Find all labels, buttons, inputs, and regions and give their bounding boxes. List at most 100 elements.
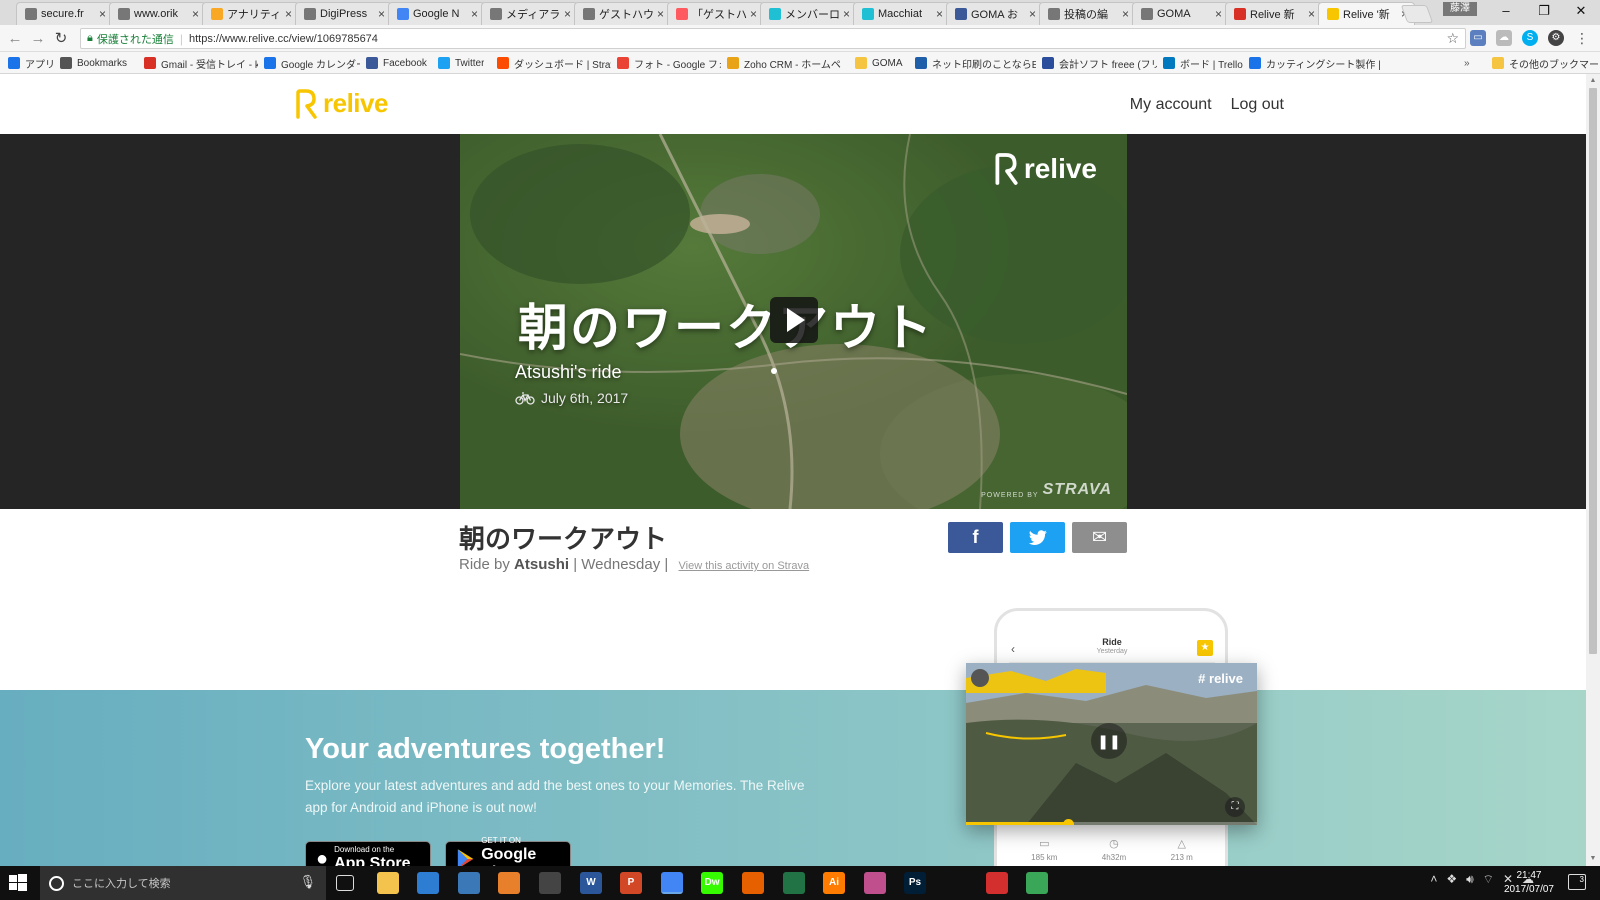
phone-video-preview[interactable]: # relive ❚❚ ⛶ [966,663,1257,825]
bookmark-item[interactable]: フォト - Google フォト [617,55,721,71]
other-bookmarks[interactable]: その他のブックマーク [1492,55,1600,71]
wifi-icon[interactable]: ⌔ [1483,872,1494,887]
powerpoint-icon[interactable]: P [620,872,642,894]
athlete-name[interactable]: Atsushi [514,556,569,573]
browser-tab[interactable]: secure.fr × [16,2,113,25]
network-app-icon[interactable] [1026,872,1048,894]
tab-close-icon[interactable]: × [1029,7,1036,21]
browser-tab[interactable]: ゲストハウ × [574,2,671,25]
browser-tab[interactable]: 「ゲストハ × [667,2,764,25]
bookmark-item[interactable]: Bookmarks [60,55,127,71]
dropbox-icon[interactable]: ❖ [1446,872,1457,887]
bookmark-item[interactable]: ダッシュボード | Strava [497,55,611,71]
scroll-up-icon[interactable]: ▲ [1589,77,1597,85]
share-email-button[interactable]: ✉ [1072,522,1127,553]
play-button[interactable] [770,297,818,343]
browser-tab[interactable]: GOMA × [1132,2,1229,25]
activity-video-player[interactable]: relive 朝のワークアウト Atsushi's ride July 6th,… [460,134,1127,509]
scroll-down-icon[interactable]: ▼ [1589,855,1597,863]
video-progress-knob[interactable] [1062,819,1074,825]
bookmark-item[interactable]: Gmail - 受信トレイ - k [144,55,258,71]
bookmark-item[interactable]: 会計ソフト freee (フリー [1042,55,1157,71]
tab-close-icon[interactable]: × [99,7,106,21]
bookmark-star-icon[interactable]: ☆ [1446,30,1459,47]
photoshop-icon[interactable]: Ps [904,872,926,894]
page-scrollbar[interactable]: ▲ ▼ [1586,74,1600,866]
firefox-icon[interactable] [742,872,764,894]
media-player-icon[interactable] [498,872,520,894]
bookmark-item[interactable]: GOMA [855,55,903,71]
windows-start-icon[interactable] [8,873,28,893]
word-icon[interactable]: W [580,872,602,894]
tab-close-icon[interactable]: × [1215,7,1222,21]
browser-tab[interactable]: アナリティ × [202,2,299,25]
back-icon[interactable]: ← [5,29,25,49]
share-twitter-button[interactable] [1010,522,1065,553]
cloud-extension-icon[interactable]: ☁ [1496,30,1512,46]
app-store-button[interactable]: ● Download on the App Store [305,841,431,866]
tab-close-icon[interactable]: × [1122,7,1129,21]
tab-close-icon[interactable]: × [936,7,943,21]
tab-close-icon[interactable]: × [378,7,385,21]
browser-tab[interactable]: www.orik × [109,2,206,25]
microphone-icon[interactable]: 🎙︎ [299,874,316,890]
more-bookmarks-button[interactable]: » [1464,55,1470,71]
tab-close-icon[interactable]: × [471,7,478,21]
movie-maker-icon[interactable] [945,872,967,894]
close-window-button[interactable]: ✕ [1562,0,1600,22]
store-icon[interactable] [417,872,439,894]
relive-logo[interactable]: relive [293,88,388,119]
browser-tab[interactable]: DigiPress × [295,2,392,25]
menu-kebab-icon[interactable]: ⋮ [1574,30,1590,46]
forward-icon[interactable]: → [28,29,48,49]
bookmark-item[interactable]: Facebook [366,55,427,71]
skype-icon[interactable]: S [1522,30,1538,46]
thunderbird-icon[interactable] [458,872,480,894]
system-clock[interactable]: 21:47 2017/07/07 [1504,869,1554,897]
my-account-link[interactable]: My account [1130,96,1212,114]
url-text[interactable]: https://www.relive.cc/view/1069785674 [189,33,378,45]
tab-close-icon[interactable]: × [657,7,664,21]
log-out-link[interactable]: Log out [1231,96,1284,114]
bookmark-item[interactable]: カッティングシート製作 | [1249,55,1381,71]
dreamweaver-icon[interactable]: Dw [701,872,723,894]
tray-chevron-icon[interactable]: ˄ [1430,872,1437,887]
volume-icon[interactable]: 🔊︎ [1466,872,1474,887]
google-play-button[interactable]: GET IT ONGoogle Play [445,836,571,866]
illustrator-icon[interactable]: Ai [823,872,845,894]
taskbar-search[interactable]: ここに入力して検索 🎙︎ [40,866,326,900]
restore-button[interactable]: ❐ [1525,0,1563,22]
pause-button[interactable]: ❚❚ [1091,723,1127,759]
browser-tab[interactable]: Relive 新 × [1225,2,1322,25]
extension-badge-icon[interactable]: ⚙ [1548,30,1564,46]
tab-close-icon[interactable]: × [564,7,571,21]
bookmark-item[interactable]: ネット印刷のことならE [915,55,1036,71]
bookmark-item[interactable]: アプリ [8,55,54,71]
tab-close-icon[interactable]: × [285,7,292,21]
app-red-icon[interactable] [986,872,1008,894]
excel-icon[interactable] [783,872,805,894]
notification-center-icon[interactable]: 3 [1568,874,1586,890]
file-explorer-icon[interactable] [377,872,399,894]
url-bar[interactable]: 🔒︎ 保護された通信 | https://www.relive.cc/view/… [80,28,1466,49]
bookmark-item[interactable]: ボード | Trello [1163,55,1243,71]
cast-icon[interactable]: ▭ [1470,30,1486,46]
tab-close-icon[interactable]: × [192,7,199,21]
tab-close-icon[interactable]: × [1308,7,1315,21]
app-grid-icon[interactable] [864,872,886,894]
browser-tab[interactable]: Macchiat × [853,2,950,25]
bookmark-item[interactable]: Zoho CRM - ホームペ [727,55,841,71]
calculator-icon[interactable] [539,872,561,894]
fullscreen-button[interactable]: ⛶ [1225,797,1245,817]
tab-close-icon[interactable]: × [750,7,757,21]
browser-tab[interactable]: Google N × [388,2,485,25]
scrollbar-thumb[interactable] [1589,88,1597,654]
reload-icon[interactable]: ↻ [51,29,71,49]
browser-tab[interactable]: メディアラ × [481,2,578,25]
browser-tab[interactable]: メンバーロ × [760,2,857,25]
browser-tab[interactable]: GOMA お × [946,2,1043,25]
browser-tab[interactable]: 投稿の編 × [1039,2,1136,25]
minimize-button[interactable]: – [1487,0,1525,22]
bookmark-item[interactable]: Twitter [438,55,484,71]
share-facebook-button[interactable]: f [948,522,1003,553]
